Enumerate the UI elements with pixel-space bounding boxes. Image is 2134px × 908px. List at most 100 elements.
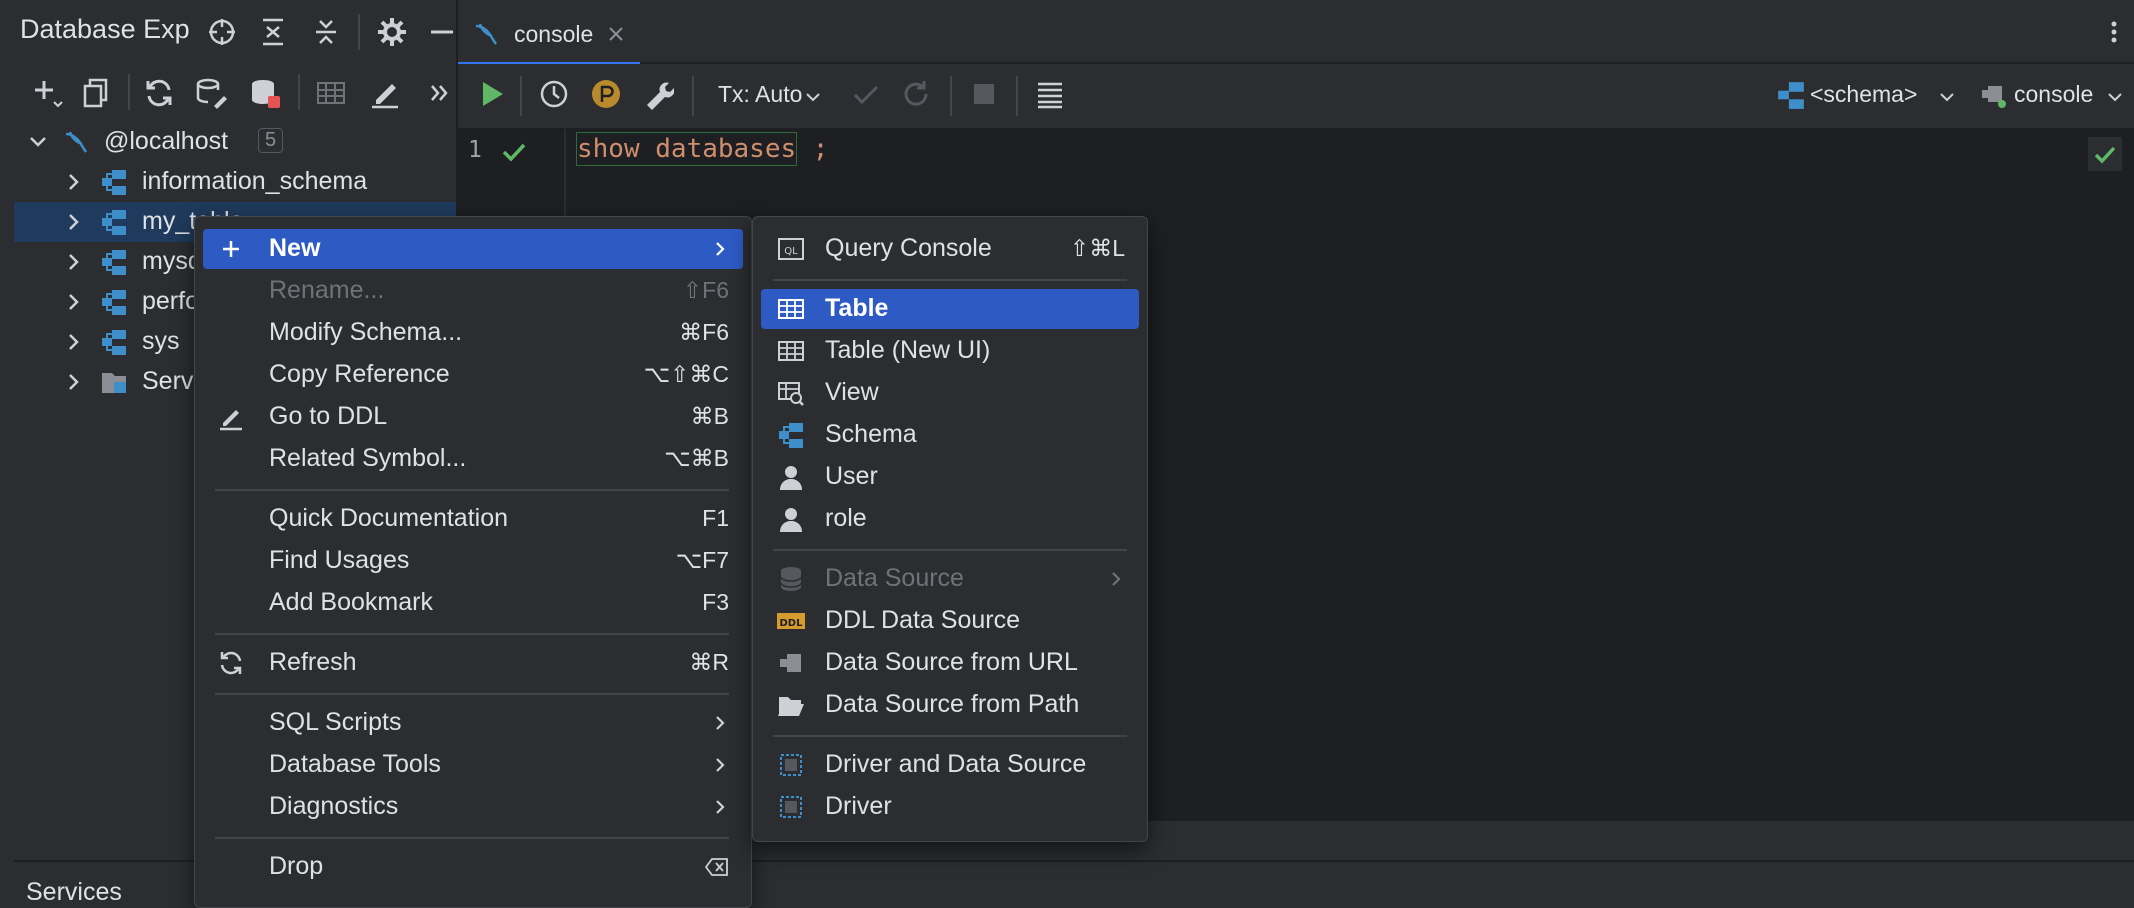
sql-keyword: show databases xyxy=(576,132,798,166)
menu-item-label: Go to DDL xyxy=(269,402,388,430)
submenu-item-user[interactable]: User xyxy=(761,457,1139,497)
history-icon[interactable] xyxy=(538,78,570,110)
data-source-properties-icon[interactable] xyxy=(194,76,228,110)
profile-p-icon[interactable] xyxy=(590,78,622,110)
menu-item-rename[interactable]: Rename... ⇧F6 xyxy=(203,271,743,311)
submenu-item-ddl-data-source[interactable]: DDL DDL Data Source xyxy=(761,601,1139,641)
menu-separator xyxy=(215,837,729,839)
menu-item-label: Rename... xyxy=(269,276,385,304)
plus-icon xyxy=(217,235,245,263)
menu-item-refresh[interactable]: Refresh ⌘R xyxy=(203,643,743,683)
tree-row-localhost[interactable]: @localhost 5 xyxy=(14,122,456,162)
submenu-item-label: Schema xyxy=(825,420,917,448)
table-editor-icon[interactable] xyxy=(314,76,348,110)
menu-item-label: Modify Schema... xyxy=(269,318,463,346)
output-layout-icon[interactable] xyxy=(1034,78,1066,110)
submenu-item-label: Query Console xyxy=(825,234,992,262)
ddl-icon: DDL xyxy=(777,607,805,635)
menu-item-shortcut: F3 xyxy=(702,589,729,615)
menu-item-shortcut: ⇧F6 xyxy=(682,277,729,303)
mysql-dolphin-icon xyxy=(62,128,90,156)
chevron-right-icon[interactable] xyxy=(64,292,84,312)
menu-item-copy-reference[interactable]: Copy Reference ⌥⇧⌘C xyxy=(203,355,743,395)
chevron-down-icon[interactable] xyxy=(2106,88,2124,106)
chevron-right-icon xyxy=(711,240,729,258)
more-vertical-icon[interactable] xyxy=(2104,20,2124,44)
submenu-item-table[interactable]: Table xyxy=(761,289,1139,329)
stop-icon[interactable] xyxy=(970,80,998,108)
menu-item-go-to-ddl[interactable]: Go to DDL ⌘B xyxy=(203,397,743,437)
tree-count-badge: 5 xyxy=(258,128,284,153)
chevron-down-icon[interactable] xyxy=(804,88,822,106)
submenu-item-view[interactable]: View xyxy=(761,373,1139,413)
submenu-item-driver-and-data-source[interactable]: Driver and Data Source xyxy=(761,745,1139,785)
menu-item-sql-scripts[interactable]: SQL Scripts xyxy=(203,703,743,743)
menu-item-modify-schema[interactable]: Modify Schema... ⌘F6 xyxy=(203,313,743,353)
collapse-all-icon[interactable] xyxy=(310,16,342,48)
connector-icon xyxy=(777,649,805,677)
menu-item-database-tools[interactable]: Database Tools xyxy=(203,745,743,785)
more-chevrons-icon[interactable] xyxy=(424,76,458,110)
menu-item-diagnostics[interactable]: Diagnostics xyxy=(203,787,743,827)
sql-terminator: ; xyxy=(797,134,829,164)
chevron-right-icon xyxy=(711,714,729,732)
disconnect-icon[interactable] xyxy=(248,76,282,110)
menu-separator xyxy=(215,693,729,695)
editor-tab-bar: console xyxy=(458,0,2134,66)
chevron-down-icon[interactable] xyxy=(1938,88,1956,106)
menu-item-related-symbol[interactable]: Related Symbol... ⌥⌘B xyxy=(203,439,743,479)
view-icon xyxy=(777,379,805,407)
code-line[interactable]: show databases ; xyxy=(576,132,829,174)
minimize-icon[interactable] xyxy=(426,16,458,48)
submenu-item-driver[interactable]: Driver xyxy=(761,787,1139,827)
chevron-right-icon[interactable] xyxy=(64,252,84,272)
schema-selector[interactable]: <schema> xyxy=(1810,81,1917,108)
close-icon[interactable] xyxy=(606,24,626,44)
menu-item-drop[interactable]: Drop xyxy=(203,847,743,887)
menu-separator xyxy=(773,735,1127,737)
submenu-item-schema[interactable]: Schema xyxy=(761,415,1139,455)
query-console-icon: QL xyxy=(777,235,805,263)
chevron-right-icon[interactable] xyxy=(64,212,84,232)
chevron-down-icon[interactable] xyxy=(28,132,48,152)
submenu-item-data-source-from-path[interactable]: Data Source from Path xyxy=(761,685,1139,725)
schema-icon xyxy=(100,288,128,316)
driver-icon xyxy=(777,793,805,821)
expand-all-icon[interactable] xyxy=(257,16,289,48)
session-selector[interactable]: console xyxy=(2014,81,2093,108)
menu-item-add-bookmark[interactable]: Add Bookmark F3 xyxy=(203,583,743,623)
rollback-icon[interactable] xyxy=(900,78,932,110)
submenu-item-table-new-ui[interactable]: Table (New UI) xyxy=(761,331,1139,371)
tree-row-information-schema[interactable]: information_schema xyxy=(14,162,456,202)
database-icon xyxy=(777,565,805,593)
menu-item-label: Quick Documentation xyxy=(269,504,509,532)
tx-mode-dropdown[interactable]: Tx: Auto xyxy=(718,81,802,108)
menu-separator xyxy=(215,489,729,491)
submenu-item-query-console[interactable]: QL Query Console ⇧⌘L xyxy=(761,229,1139,269)
chevron-right-icon[interactable] xyxy=(64,332,84,352)
submenu-item-data-source-from-url[interactable]: Data Source from URL xyxy=(761,643,1139,683)
driver-icon xyxy=(777,751,805,779)
crosshair-icon[interactable] xyxy=(206,16,238,48)
menu-item-quick-documentation[interactable]: Quick Documentation F1 xyxy=(203,499,743,539)
menu-item-find-usages[interactable]: Find Usages ⌥F7 xyxy=(203,541,743,581)
submenu-item-label: Data Source from URL xyxy=(825,648,1078,676)
submenu-item-role[interactable]: role xyxy=(761,499,1139,539)
refresh-icon xyxy=(217,649,245,677)
chevron-right-icon[interactable] xyxy=(64,172,84,192)
context-menu: New Rename... ⇧F6 Modify Schema... ⌘F6 C… xyxy=(194,216,752,908)
add-icon[interactable] xyxy=(30,76,64,110)
wrench-icon[interactable] xyxy=(642,78,674,110)
menu-item-new[interactable]: New xyxy=(203,229,743,269)
menu-item-shortcut: ⌥F7 xyxy=(675,547,729,573)
submenu-item-data-source[interactable]: Data Source xyxy=(761,559,1139,599)
duplicate-icon[interactable] xyxy=(80,76,114,110)
left-tool-strip xyxy=(0,0,15,896)
edit-icon[interactable] xyxy=(368,76,402,110)
refresh-icon[interactable] xyxy=(142,76,176,110)
tab-console[interactable]: console xyxy=(458,8,640,66)
gear-icon[interactable] xyxy=(376,16,408,48)
chevron-right-icon[interactable] xyxy=(64,372,84,392)
run-icon[interactable] xyxy=(476,78,508,110)
commit-check-icon[interactable] xyxy=(850,78,882,110)
